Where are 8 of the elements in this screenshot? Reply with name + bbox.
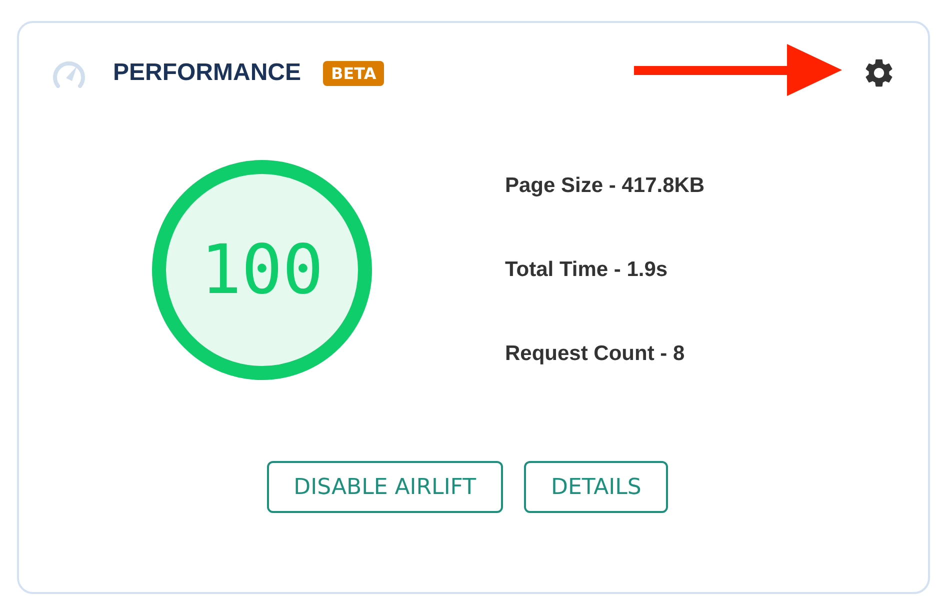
action-button[interactable]: DISABLE AIRLIFT bbox=[266, 461, 504, 513]
metric-label: Page Size - 417.8KB bbox=[505, 173, 705, 199]
beta-badge: BETA bbox=[323, 60, 384, 86]
action-button[interactable]: DETAILS bbox=[524, 461, 668, 513]
metric-label: Request Count - 8 bbox=[505, 341, 686, 367]
metric-label: Total Time - 1.9s bbox=[505, 257, 669, 283]
card-title: PERFORMANCE bbox=[113, 59, 302, 87]
score-value: 100 bbox=[200, 230, 324, 310]
